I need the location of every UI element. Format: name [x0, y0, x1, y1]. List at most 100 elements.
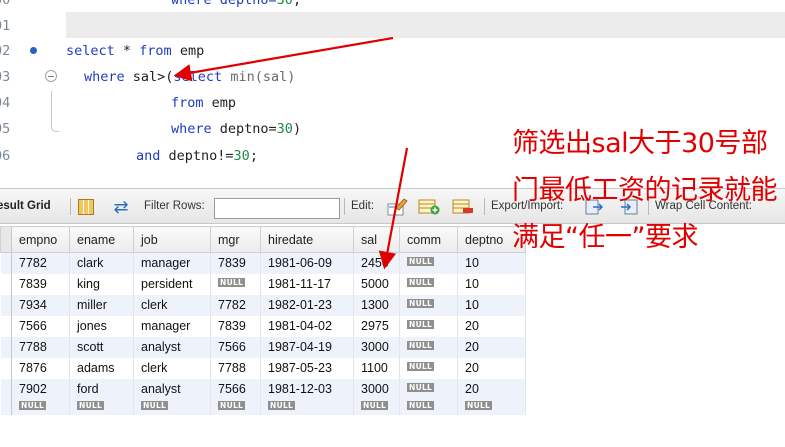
edit-pencil-icon[interactable] [386, 198, 408, 216]
cell-ename[interactable]: miller [69, 294, 134, 316]
cell-job[interactable]: analyst [133, 336, 211, 358]
cell-comm[interactable]: NULL [399, 378, 458, 400]
cell-job[interactable]: clerk [133, 357, 211, 379]
cell-sal[interactable]: 1100 [353, 357, 400, 379]
grid-view-icon[interactable] [78, 199, 94, 215]
cell-job[interactable]: manager [133, 315, 211, 337]
column-header-hiredate[interactable]: hiredate [260, 226, 354, 253]
cell-deptno[interactable]: 10 [457, 294, 526, 316]
column-header-job[interactable]: job [133, 226, 211, 253]
cell-empno[interactable]: 7934 [11, 294, 70, 316]
table-row[interactable]: 7902 ford analyst 7566 1981-12-03 3000 NULL 20 [0, 378, 526, 400]
code-line[interactable]: 04 from emp [0, 90, 785, 116]
cell-ename[interactable]: adams [69, 357, 134, 379]
cell-job[interactable]: clerk [133, 294, 211, 316]
cell-comm[interactable]: NULL [399, 273, 458, 295]
cell-comm[interactable]: NULL [399, 336, 458, 358]
row-selector[interactable] [0, 273, 12, 295]
cell-hiredate[interactable]: 1981-04-02 [260, 315, 354, 337]
cell-empno[interactable]: 7788 [11, 336, 70, 358]
cell-sal[interactable]: 2975 [353, 315, 400, 337]
cell-deptno[interactable]: 20 [457, 315, 526, 337]
cell-sal[interactable]: 3000 [353, 378, 400, 400]
code-line[interactable]: 01 [0, 13, 785, 39]
cell-hiredate[interactable]: 1987-05-23 [260, 357, 354, 379]
row-selector[interactable] [0, 378, 12, 400]
cell-sal[interactable]: 2450 [353, 252, 400, 274]
code-line[interactable]: 00 where deptno=30; [0, 0, 785, 13]
column-header-comm[interactable]: comm [399, 226, 458, 253]
table-row[interactable]: 7839 king persident NULL 1981-11-17 5000 NULL 1… [0, 273, 526, 295]
row-selector[interactable] [0, 336, 12, 358]
cell-job[interactable]: manager [133, 252, 211, 274]
cell-hiredate[interactable]: 1987-04-19 [260, 336, 354, 358]
cell-ename[interactable]: NULL [69, 399, 134, 415]
cell-mgr[interactable]: 7839 [210, 252, 261, 274]
column-header-empno[interactable]: empno [11, 226, 70, 253]
cell-mgr[interactable]: 7566 [210, 378, 261, 400]
filter-rows-input[interactable] [214, 198, 340, 219]
column-header-sal[interactable]: sal [353, 226, 400, 253]
new-row-placeholder[interactable]: NULL NULL NULL NULL NULL NULL NULL NULL [0, 399, 526, 415]
cell-sal[interactable]: 1300 [353, 294, 400, 316]
cell-ename[interactable]: scott [69, 336, 134, 358]
cell-empno[interactable]: 7566 [11, 315, 70, 337]
cell-empno[interactable]: 7782 [11, 252, 70, 274]
cell-hiredate[interactable]: 1981-11-17 [260, 273, 354, 295]
table-row[interactable]: 7876 adams clerk 7788 1987-05-23 1100 NULL 20 [0, 357, 526, 379]
fold-collapse-icon[interactable] [45, 70, 57, 82]
row-selector[interactable] [0, 294, 12, 316]
cell-mgr[interactable]: 7839 [210, 315, 261, 337]
cell-job[interactable]: analyst [133, 378, 211, 400]
cell-mgr[interactable]: NULL [210, 399, 261, 415]
table-row[interactable]: 7782 clark manager 7839 1981-06-09 2450 NULL 10 [0, 252, 526, 274]
row-selector[interactable] [0, 357, 12, 379]
add-row-icon[interactable] [418, 199, 440, 215]
cell-empno[interactable]: 7902 [11, 378, 70, 400]
cell-mgr[interactable]: 7566 [210, 336, 261, 358]
cell-comm[interactable]: NULL [399, 294, 458, 316]
cell-deptno[interactable]: 10 [457, 273, 526, 295]
column-header-mgr[interactable]: mgr [210, 226, 261, 253]
table-row[interactable]: 7788 scott analyst 7566 1987-04-19 3000 NULL 20 [0, 336, 526, 358]
cell-mgr[interactable]: NULL [210, 273, 261, 295]
cell-ename[interactable]: king [69, 273, 134, 295]
cell-sal[interactable]: 5000 [353, 273, 400, 295]
cell-hiredate[interactable]: 1982-01-23 [260, 294, 354, 316]
cell-sal[interactable]: 3000 [353, 336, 400, 358]
cell-mgr[interactable]: 7782 [210, 294, 261, 316]
cell-comm[interactable]: NULL [399, 399, 458, 415]
cell-job[interactable]: persident [133, 273, 211, 295]
row-selector[interactable] [0, 315, 12, 337]
row-selector[interactable] [0, 399, 12, 415]
cell-deptno[interactable]: NULL [457, 399, 526, 415]
cell-deptno[interactable]: 20 [457, 336, 526, 358]
code-line[interactable]: 03 where sal>(select min(sal) [0, 64, 785, 90]
result-grid-tab[interactable]: esult Grid [0, 189, 51, 223]
cell-deptno[interactable]: 20 [457, 378, 526, 400]
cell-sal[interactable]: NULL [353, 399, 400, 415]
cell-job[interactable]: NULL [133, 399, 211, 415]
code-line[interactable]: 02 select * from emp [0, 38, 785, 64]
cell-empno[interactable]: NULL [11, 399, 70, 415]
column-header-ename[interactable]: ename [69, 226, 134, 253]
cell-comm[interactable]: NULL [399, 357, 458, 379]
cell-ename[interactable]: ford [69, 378, 134, 400]
table-row[interactable]: 7934 miller clerk 7782 1982-01-23 1300 NULL 10 [0, 294, 526, 316]
cell-hiredate[interactable]: NULL [260, 399, 354, 415]
delete-row-icon[interactable] [452, 199, 474, 215]
cell-comm[interactable]: NULL [399, 315, 458, 337]
cell-ename[interactable]: clark [69, 252, 134, 274]
cell-empno[interactable]: 7839 [11, 273, 70, 295]
table-row[interactable]: 7566 jones manager 7839 1981-04-02 2975 NULL 20 [0, 315, 526, 337]
cell-deptno[interactable]: 20 [457, 357, 526, 379]
refresh-icon[interactable]: ⇄ [110, 197, 132, 217]
cell-comm[interactable]: NULL [399, 252, 458, 274]
cell-mgr[interactable]: 7788 [210, 357, 261, 379]
cell-hiredate[interactable]: 1981-12-03 [260, 378, 354, 400]
cell-empno[interactable]: 7876 [11, 357, 70, 379]
cell-hiredate[interactable]: 1981-06-09 [260, 252, 354, 274]
row-selector[interactable] [0, 252, 12, 274]
cell-ename[interactable]: jones [69, 315, 134, 337]
result-grid[interactable]: empno ename job mgr hiredate sal comm deptno 77… [0, 226, 526, 415]
